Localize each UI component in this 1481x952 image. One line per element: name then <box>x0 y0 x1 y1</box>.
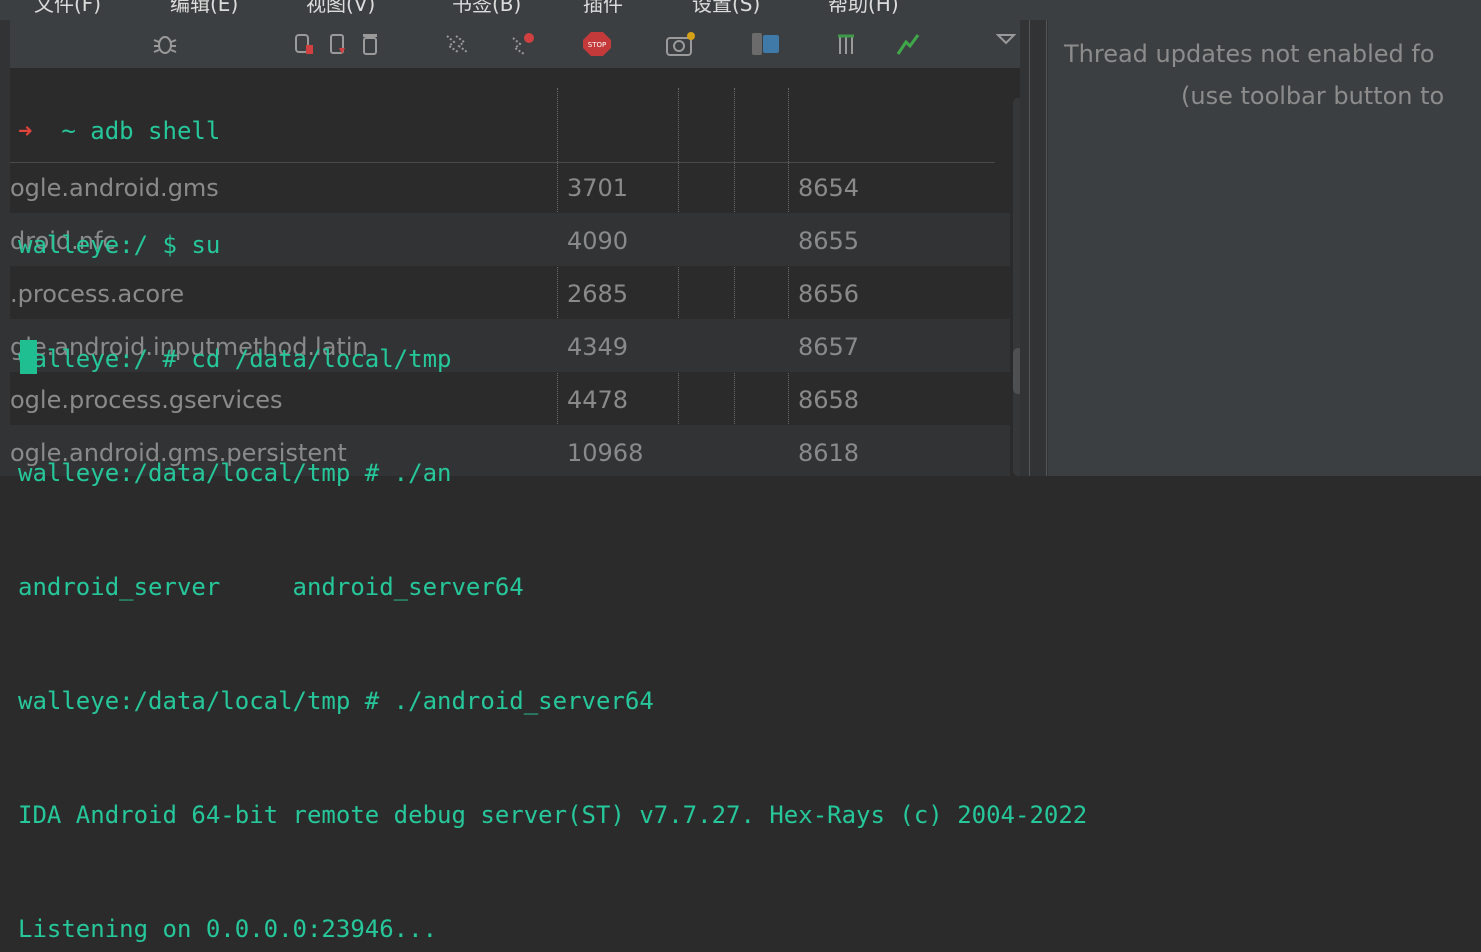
terminal-line: walleye:/ # cd /data/local/tmp <box>18 345 452 373</box>
thread-status-text: Thread updates not enabled fo <box>1064 40 1435 68</box>
menu-plugins[interactable]: 插件 <box>583 0 623 17</box>
menu-file[interactable]: 文件(F) <box>34 0 101 17</box>
terminal-line: ➜ ~ adb shell <box>18 117 221 145</box>
terminal-line: Listening on 0.0.0.0:23946... <box>18 915 438 943</box>
menu-help[interactable]: 帮助(H) <box>828 0 899 17</box>
terminal-line: walleye:/data/local/tmp # ./an <box>18 459 452 487</box>
menu-bar: 文件(F) 编辑(E) 视图(V) 书签(B) 插件 设置(S) 帮助(H) <box>0 0 1481 20</box>
menu-settings[interactable]: 设置(S) <box>692 0 760 17</box>
thread-panel: Thread updates not enabled fo (use toolb… <box>1048 20 1481 476</box>
terminal-line: IDA Android 64-bit remote debug server(S… <box>18 801 1088 829</box>
terminal-cursor <box>20 340 37 374</box>
left-gutter <box>0 20 10 476</box>
terminal-line: android_server android_server64 <box>18 573 524 601</box>
prompt-arrow-icon: ➜ <box>18 117 33 145</box>
terminal-line: walleye:/data/local/tmp # ./android_serv… <box>18 687 654 715</box>
thread-hint-text: (use toolbar button to <box>1181 82 1445 110</box>
terminal-output: ➜ ~ adb shell walleye:/ $ su walleye:/ #… <box>18 36 1087 952</box>
terminal-line: walleye:/ $ su <box>18 231 221 259</box>
menu-bookmarks[interactable]: 书签(B) <box>452 0 521 17</box>
menu-edit[interactable]: 编辑(E) <box>170 0 238 17</box>
menu-view[interactable]: 视图(V) <box>306 0 375 17</box>
